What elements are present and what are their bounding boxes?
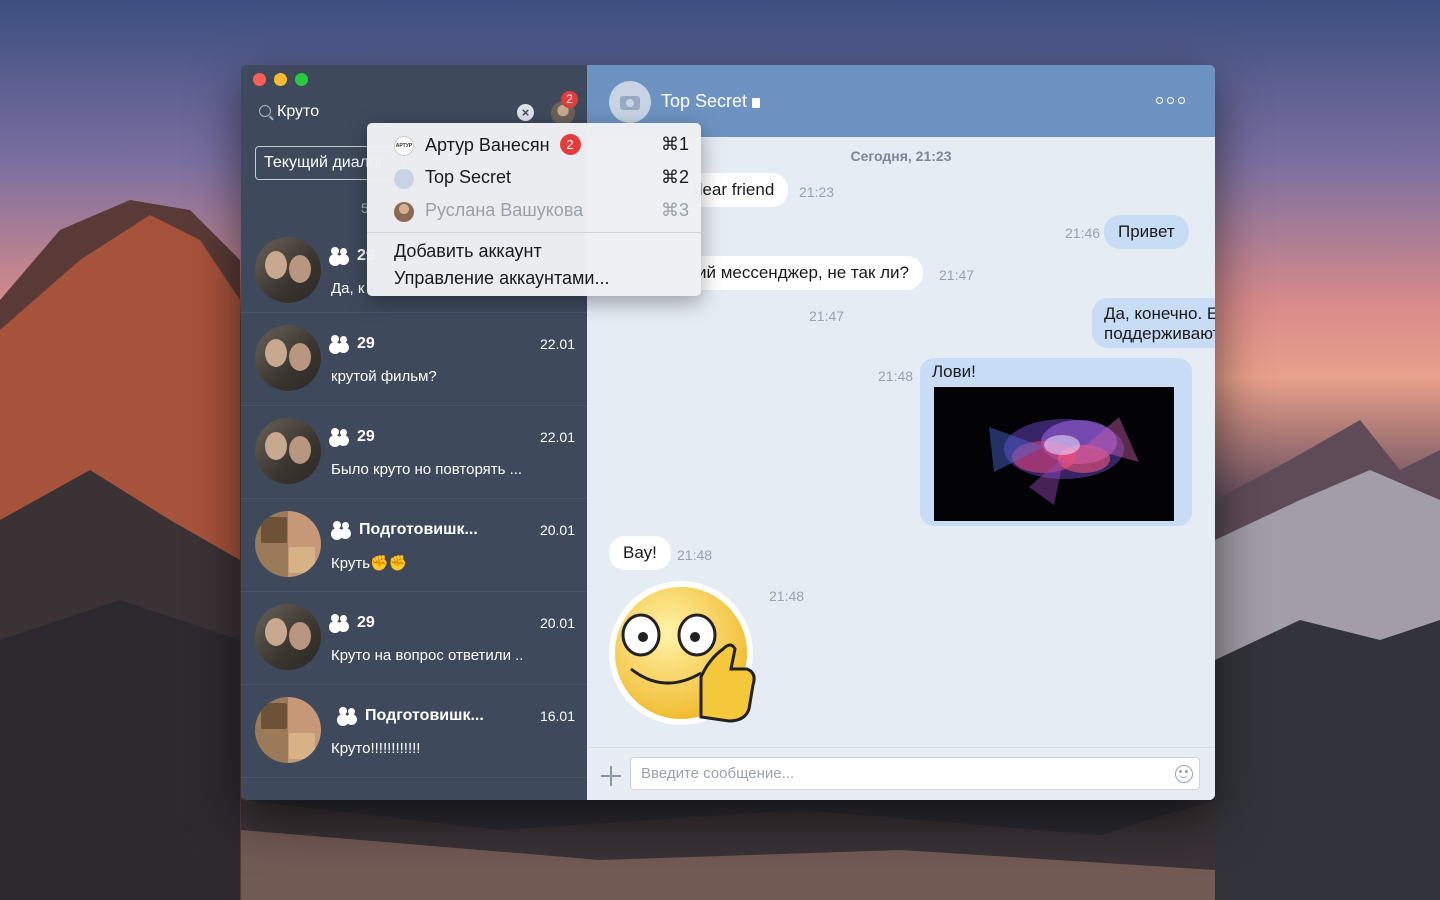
message-time: 21:47	[939, 267, 975, 283]
message-time: 21:46	[1065, 225, 1101, 241]
dialog-avatar	[255, 237, 321, 303]
message-time: 21:47	[809, 308, 845, 324]
dialog-avatar	[255, 511, 321, 577]
zoom-window-button[interactable]	[295, 73, 308, 86]
dialog-date: 22.01	[539, 429, 575, 445]
message-bubble-out: Да, конечно. Еще и мультиаккаунт поддерж…	[1092, 298, 1215, 348]
dialog-item[interactable]: 29 20.01 Круто на вопрос ответили ..	[241, 592, 587, 685]
menu-item-label: Артур Ванесян	[425, 135, 550, 155]
add-account-menu-item[interactable]: Добавить аккаунт	[394, 241, 542, 262]
message-time: 21:48	[677, 547, 713, 563]
menu-item-account-3[interactable]: Руслана Вашукова ⌘3	[367, 194, 701, 227]
message-time: 21:23	[799, 184, 835, 200]
message-composer	[587, 747, 1215, 800]
dialog-date: 20.01	[539, 615, 575, 631]
dialog-preview: Круто на вопрос ответили ..	[331, 647, 524, 664]
dialog-name: 29	[331, 614, 375, 632]
more-options-icon[interactable]	[1156, 97, 1185, 104]
emoji-icon[interactable]	[1175, 765, 1193, 783]
dialog-list: 29 Да, к 29 22.01 крутой фильм? 29 22.01…	[241, 225, 587, 778]
menu-shortcut: ⌘1	[660, 134, 689, 154]
account-unread-badge: 2	[561, 91, 578, 108]
account-dropdown-menu: АРТУР Артур Ванесян 2 ⌘1 Top Secret ⌘2 Ру…	[367, 123, 701, 296]
dialog-preview: Круто!!!!!!!!!!!!	[331, 740, 421, 757]
message-bubble-in: Вау!	[609, 536, 671, 570]
attach-plus-icon[interactable]	[601, 766, 621, 786]
dialog-item[interactable]: 29 22.01 Было круто но повторять ...	[241, 406, 587, 499]
message-bubble-out: Привет	[1104, 215, 1189, 249]
unread-badge: 2	[559, 134, 581, 155]
dialog-avatar	[255, 418, 321, 484]
menu-separator	[367, 232, 701, 233]
dialog-preview: Круть✊✊	[331, 555, 408, 572]
camera-avatar-icon	[394, 169, 414, 189]
group-icon	[331, 614, 351, 628]
group-icon	[331, 428, 351, 442]
message-line: Да, конечно. Еще и мультиаккаунт	[1104, 304, 1215, 323]
account-avatar: АРТУР	[394, 136, 414, 156]
dialog-name: 29	[331, 428, 375, 446]
search-box	[255, 99, 537, 125]
group-icon	[331, 335, 351, 349]
message-photo[interactable]	[934, 387, 1174, 521]
menu-shortcut: ⌘2	[660, 167, 689, 187]
search-icon	[259, 105, 271, 117]
message-time: 21:48	[878, 368, 914, 384]
group-icon	[331, 247, 351, 261]
menu-shortcut: ⌘3	[660, 200, 689, 220]
group-icon	[333, 521, 353, 535]
dialog-preview: крутой фильм?	[331, 368, 437, 385]
message-input[interactable]	[630, 757, 1200, 790]
dialog-preview: Да, к	[331, 280, 365, 297]
menu-item-label: Top Secret	[425, 167, 512, 187]
dialog-avatar	[255, 325, 321, 391]
dialog-date: 22.01	[539, 336, 575, 352]
dialog-name: Подготовишк...	[339, 707, 484, 725]
lock-icon	[752, 98, 761, 108]
camera-icon	[620, 96, 640, 110]
dialog-preview: Было круто но повторять ...	[331, 461, 523, 478]
dialog-name: Подготовишк...	[333, 521, 478, 539]
powder-explosion-image	[934, 387, 1174, 521]
menu-item-account-2[interactable]: Top Secret ⌘2	[367, 161, 701, 194]
message-bubble-in: ий мессенджер, не так ли?	[683, 256, 923, 290]
account-avatar	[394, 202, 414, 222]
dialog-avatar	[255, 697, 321, 763]
menu-item-account-1[interactable]: АРТУР Артур Ванесян 2 ⌘1	[367, 128, 701, 161]
close-window-button[interactable]	[253, 73, 266, 86]
dialog-name: 29	[331, 335, 375, 353]
clear-search-icon[interactable]: ×	[517, 104, 534, 121]
message-line: поддерживаются - вообще космос!	[1104, 324, 1215, 343]
group-icon	[339, 707, 359, 721]
dialog-date: 16.01	[539, 708, 575, 724]
minimize-window-button[interactable]	[274, 73, 287, 86]
dialog-item[interactable]: 29 22.01 крутой фильм?	[241, 313, 587, 406]
window-controls	[253, 73, 308, 86]
dialog-avatar	[255, 604, 321, 670]
manage-accounts-menu-item[interactable]: Управление аккаунтами...	[394, 268, 609, 289]
dialog-item[interactable]: Подготовишк... 16.01 Круто!!!!!!!!!!!!	[241, 685, 587, 778]
dialog-date: 20.01	[539, 522, 575, 538]
thumbs-up-smiley-sticker[interactable]	[609, 577, 759, 729]
message-time: 21:48	[769, 588, 805, 604]
message-caption: Лови!	[932, 362, 976, 381]
dialog-item[interactable]: Подготовишк... 20.01 Круть✊✊	[241, 499, 587, 592]
menu-item-label: Руслана Вашукова	[425, 200, 584, 220]
search-input[interactable]	[277, 99, 517, 125]
chat-title[interactable]: Top Secret	[661, 91, 761, 112]
